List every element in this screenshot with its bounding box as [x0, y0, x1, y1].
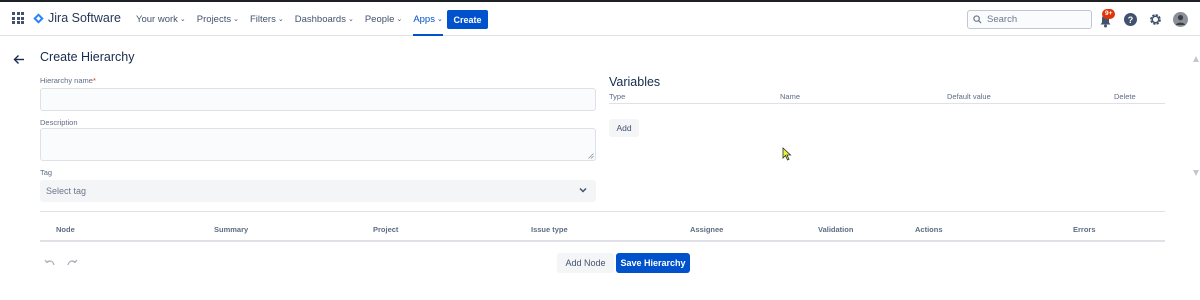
nav-label: Dashboards [294, 13, 346, 25]
gear-icon[interactable] [1149, 13, 1162, 26]
save-hierarchy-button[interactable]: Save Hierarchy [616, 253, 690, 273]
col-project: Project [373, 225, 399, 234]
col-issue-type: Issue type [531, 225, 568, 234]
search-box[interactable] [967, 10, 1092, 29]
main-nav: Your work ⌄ Projects ⌄ Filters ⌄ Dashboards… [136, 2, 454, 36]
nav-dashboards[interactable]: Dashboards ⌄ [295, 2, 354, 36]
chevron-down-icon: ⌄ [347, 16, 354, 23]
add-node-button[interactable]: Add Node [557, 253, 614, 273]
chevron-down-icon: ⌄ [179, 16, 186, 23]
nav-label: Your work [136, 13, 178, 25]
chevron-down-icon: ⌄ [396, 16, 403, 23]
nav-people[interactable]: People ⌄ [365, 2, 402, 36]
jira-logo-icon [33, 12, 44, 24]
variables-col-name: Name [780, 92, 801, 101]
search-input[interactable] [987, 14, 1082, 25]
chevron-down-icon [579, 187, 587, 193]
undo-icon[interactable] [44, 259, 55, 267]
tag-label: Tag [40, 168, 53, 177]
table-header-divider [40, 240, 1165, 242]
resize-handle-icon[interactable] [588, 153, 594, 159]
create-button[interactable]: Create [447, 10, 488, 29]
col-validation: Validation [818, 225, 854, 234]
tag-select-placeholder: Select tag [46, 186, 87, 196]
svg-text:?: ? [1128, 15, 1134, 25]
description-label: Description [40, 118, 78, 127]
tag-select[interactable]: Select tag [40, 180, 596, 202]
chevron-down-icon: ⌄ [277, 16, 284, 23]
hierarchy-name-label-text: Hierarchy name [40, 76, 93, 85]
nav-label: People [364, 13, 395, 25]
col-node: Node [56, 225, 75, 234]
variables-col-type: Type [609, 92, 626, 101]
add-variable-button[interactable]: Add [609, 119, 639, 137]
notification-badge: 9+ [1102, 9, 1116, 19]
chevron-down-icon: ⌄ [436, 16, 443, 23]
nav-your-work[interactable]: Your work ⌄ [136, 2, 186, 36]
variables-title: Variables [609, 75, 661, 89]
col-actions: Actions [915, 225, 943, 234]
product-name: Jira Software [48, 11, 121, 25]
nav-label: Projects [196, 13, 232, 25]
col-assignee: Assignee [690, 225, 724, 234]
search-icon [973, 15, 982, 24]
nav-apps[interactable]: Apps ⌄ [413, 2, 443, 36]
description-textarea[interactable] [40, 128, 596, 161]
cursor-icon [782, 147, 792, 161]
nav-label: Filters [249, 13, 276, 25]
jira-logo[interactable]: Jira Software [33, 11, 121, 25]
nav-label: Apps [413, 13, 435, 25]
nav-projects[interactable]: Projects ⌄ [197, 2, 239, 36]
back-arrow-icon[interactable] [13, 54, 25, 65]
col-errors: Errors [1073, 225, 1096, 234]
hierarchy-name-label: Hierarchy name* [40, 76, 96, 85]
help-icon[interactable]: ? [1124, 13, 1137, 26]
redo-icon[interactable] [67, 259, 78, 267]
variables-divider [609, 103, 1165, 104]
required-marker: * [92, 76, 96, 85]
variables-col-delete: Delete [1114, 92, 1136, 101]
hierarchy-name-input[interactable] [40, 88, 596, 111]
vertical-scrollbar[interactable] [1192, 36, 1200, 300]
col-summary: Summary [214, 225, 249, 234]
variables-col-default-value: Default value [947, 92, 991, 101]
page-title: Create Hierarchy [40, 50, 135, 64]
section-divider [40, 211, 1165, 212]
top-navigation: Jira Software Your work ⌄ Projects ⌄ Filte… [0, 0, 1200, 36]
chevron-down-icon: ⌄ [233, 16, 239, 23]
nav-filters[interactable]: Filters ⌄ [250, 2, 284, 36]
avatar[interactable] [1173, 12, 1188, 27]
app-switcher-icon[interactable] [12, 12, 24, 24]
